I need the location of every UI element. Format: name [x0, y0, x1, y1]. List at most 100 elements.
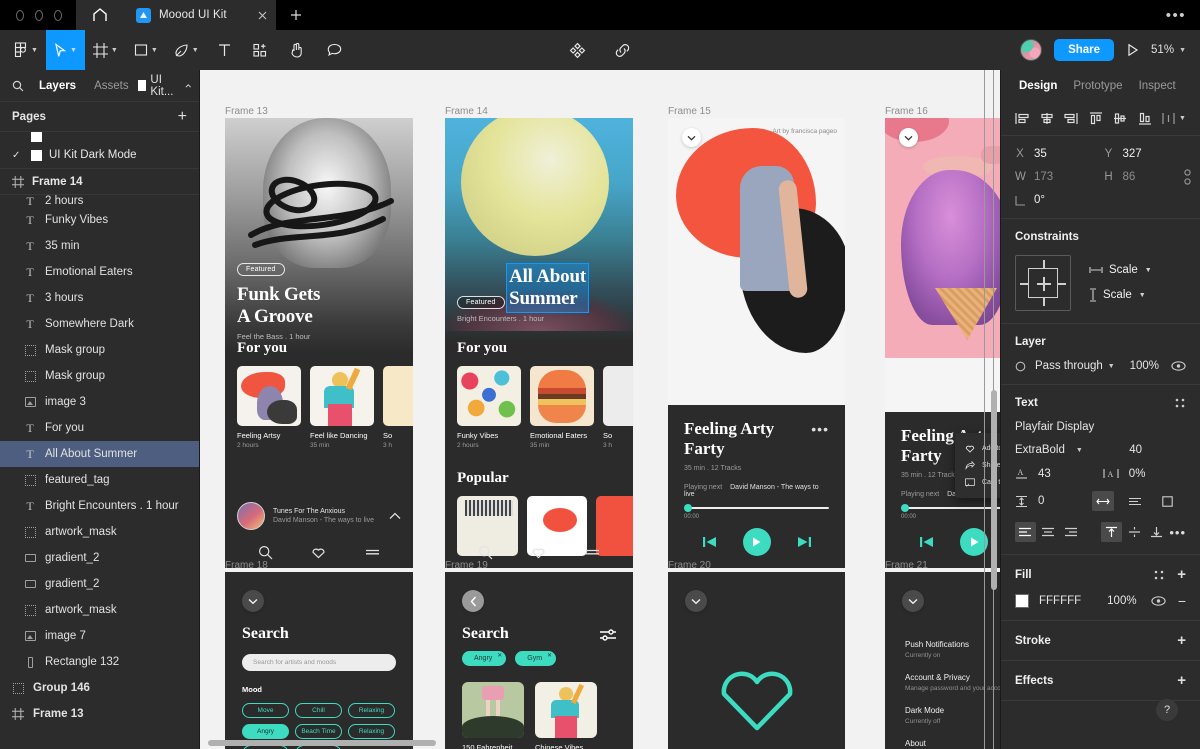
constraints-widget[interactable]: [1015, 255, 1071, 311]
settings-item[interactable]: Push Notifications Currently on: [905, 640, 1000, 659]
progress-knob[interactable]: [684, 504, 692, 512]
tab-assets[interactable]: Assets: [85, 80, 138, 92]
add-fill-icon[interactable]: +: [1177, 567, 1186, 582]
layer-row[interactable]: TEmotional Eaters: [0, 259, 199, 285]
settings-item[interactable]: Dark Mode Currently off: [905, 706, 1000, 725]
layer-row[interactable]: TFor you: [0, 415, 199, 441]
collapse-chevron-button[interactable]: [682, 128, 701, 147]
layer-row[interactable]: artwork_mask: [0, 519, 199, 545]
remove-tag-icon[interactable]: ✕: [497, 652, 502, 659]
frame-label-21[interactable]: Frame 21: [885, 560, 928, 571]
frame-label-19[interactable]: Frame 19: [445, 560, 488, 571]
minimize-window-dot[interactable]: [35, 10, 43, 21]
frame-16-artboard[interactable]: Feeling Arty Farty 35 min . 12 Track Pla…: [885, 118, 1000, 568]
home-button[interactable]: [76, 0, 124, 30]
canvas-horizontal-scrollbar[interactable]: [208, 740, 436, 746]
components-tool-button[interactable]: [242, 30, 279, 70]
layer-row[interactable]: featured_tag: [0, 467, 199, 493]
plugin-icon[interactable]: [561, 30, 594, 70]
auto-height-button[interactable]: [1124, 491, 1146, 511]
nav-search-icon[interactable]: [258, 545, 273, 560]
align-text-center-button[interactable]: [1038, 522, 1059, 542]
link-icon[interactable]: [606, 30, 639, 70]
shape-tool-button[interactable]: ▼: [126, 30, 166, 70]
fixed-size-button[interactable]: [1156, 491, 1178, 511]
align-text-left-button[interactable]: [1015, 522, 1036, 542]
frame-tool-button[interactable]: ▼: [85, 30, 126, 70]
settings-item[interactable]: Account & Privacy Manage password and yo…: [905, 673, 1000, 692]
next-track-icon[interactable]: [797, 535, 812, 549]
collapse-chevron-button[interactable]: [685, 590, 707, 612]
card-item[interactable]: Feel like Dancing 35 min: [310, 366, 374, 449]
frame-label-13[interactable]: Frame 13: [225, 106, 268, 117]
result-item[interactable]: 150 Fahrenheit 2 hours: [462, 682, 524, 749]
search-input[interactable]: Search for artists and moods: [242, 654, 396, 671]
card-item[interactable]: So 3 h: [603, 366, 633, 449]
fill-visibility-eye-icon[interactable]: [1151, 596, 1166, 606]
layer-row[interactable]: artwork_mask: [0, 597, 199, 623]
x-field[interactable]: X 35: [1015, 148, 1098, 160]
paragraph-spacing-value[interactable]: 0: [1038, 495, 1044, 507]
mood-chip[interactable]: Relaxing: [348, 703, 395, 718]
layer-row[interactable]: T35 min: [0, 233, 199, 259]
align-text-right-button[interactable]: [1060, 522, 1081, 542]
layer-row[interactable]: Frame 13: [0, 701, 199, 727]
add-stroke-icon[interactable]: +: [1177, 633, 1186, 648]
align-bottom-icon[interactable]: [1138, 112, 1152, 125]
mood-chip[interactable]: Beach Time: [295, 724, 342, 739]
frame-21-artboard[interactable]: Push Notifications Currently on Account …: [885, 572, 1000, 749]
frame-label-18[interactable]: Frame 18: [225, 560, 268, 571]
text-styles-icon[interactable]: [1174, 397, 1186, 409]
fill-color-swatch[interactable]: [1015, 594, 1029, 608]
comment-tool-button[interactable]: [316, 30, 353, 70]
text-more-options-icon[interactable]: •••: [1169, 525, 1186, 540]
filter-tag[interactable]: Gym ✕: [515, 651, 556, 666]
hand-tool-button[interactable]: [279, 30, 316, 70]
file-tab[interactable]: Moood UI Kit: [124, 0, 276, 30]
tab-layers[interactable]: Layers: [30, 80, 85, 92]
selected-text-node[interactable]: All About Summer: [509, 266, 586, 310]
tab-prototype[interactable]: Prototype: [1065, 80, 1130, 92]
card-item[interactable]: Feeling Artsy 2 hours: [237, 366, 301, 449]
mood-chip[interactable]: Chill: [295, 703, 342, 718]
layer-row[interactable]: image 7: [0, 623, 199, 649]
zoom-control[interactable]: 51% ▼: [1151, 44, 1186, 56]
tab-inspect[interactable]: Inspect: [1131, 80, 1184, 92]
present-button[interactable]: [1126, 43, 1139, 57]
width-field[interactable]: W 173: [1015, 171, 1098, 183]
play-button[interactable]: [743, 528, 771, 556]
layers-list[interactable]: T2 hoursTFunky VibesT35 minTEmotional Ea…: [0, 195, 199, 749]
result-item[interactable]: Chinese Vibes 35 min: [535, 682, 597, 749]
back-button[interactable]: [462, 590, 484, 612]
previous-track-icon[interactable]: [702, 535, 717, 549]
layer-row[interactable]: TAll About Summer: [0, 441, 199, 467]
previous-track-icon[interactable]: [919, 535, 934, 549]
active-frame-row[interactable]: Frame 14: [0, 169, 199, 195]
remove-fill-icon[interactable]: −: [1178, 594, 1186, 608]
progress-bar[interactable]: [901, 507, 1000, 510]
horizontal-constraint-dropdown[interactable]: Scale ▼: [1089, 264, 1152, 276]
layer-row[interactable]: TBright Encounters . 1 hour: [0, 493, 199, 519]
window-menu-icon[interactable]: •••: [1166, 7, 1200, 24]
nav-favorites-icon[interactable]: [531, 545, 546, 559]
align-vertical-center-icon[interactable]: [1113, 112, 1127, 125]
text-tool-button[interactable]: [207, 30, 242, 70]
align-top-icon[interactable]: [1089, 112, 1103, 125]
collapse-chevron-button[interactable]: [242, 590, 264, 612]
layer-row[interactable]: Mask group: [0, 337, 199, 363]
lock-aspect-ratio-icon[interactable]: [1183, 169, 1192, 185]
fill-opacity-value[interactable]: 100%: [1107, 595, 1136, 607]
more-options-icon[interactable]: •••: [811, 421, 829, 437]
mood-chip[interactable]: Move: [242, 703, 289, 718]
window-controls[interactable]: [0, 10, 76, 21]
y-field[interactable]: Y 327: [1104, 148, 1187, 160]
frame-label-14[interactable]: Frame 14: [445, 106, 488, 117]
layer-row[interactable]: Group 146: [0, 675, 199, 701]
maximize-window-dot[interactable]: [54, 10, 62, 21]
distribute-menu-icon[interactable]: ▼: [1162, 112, 1186, 125]
nav-menu-icon[interactable]: [365, 548, 380, 556]
height-field[interactable]: H 86: [1104, 171, 1187, 183]
fill-color-value[interactable]: FFFFFF: [1039, 595, 1081, 607]
progress-knob[interactable]: [901, 504, 909, 512]
align-horizontal-center-icon[interactable]: [1040, 112, 1054, 125]
